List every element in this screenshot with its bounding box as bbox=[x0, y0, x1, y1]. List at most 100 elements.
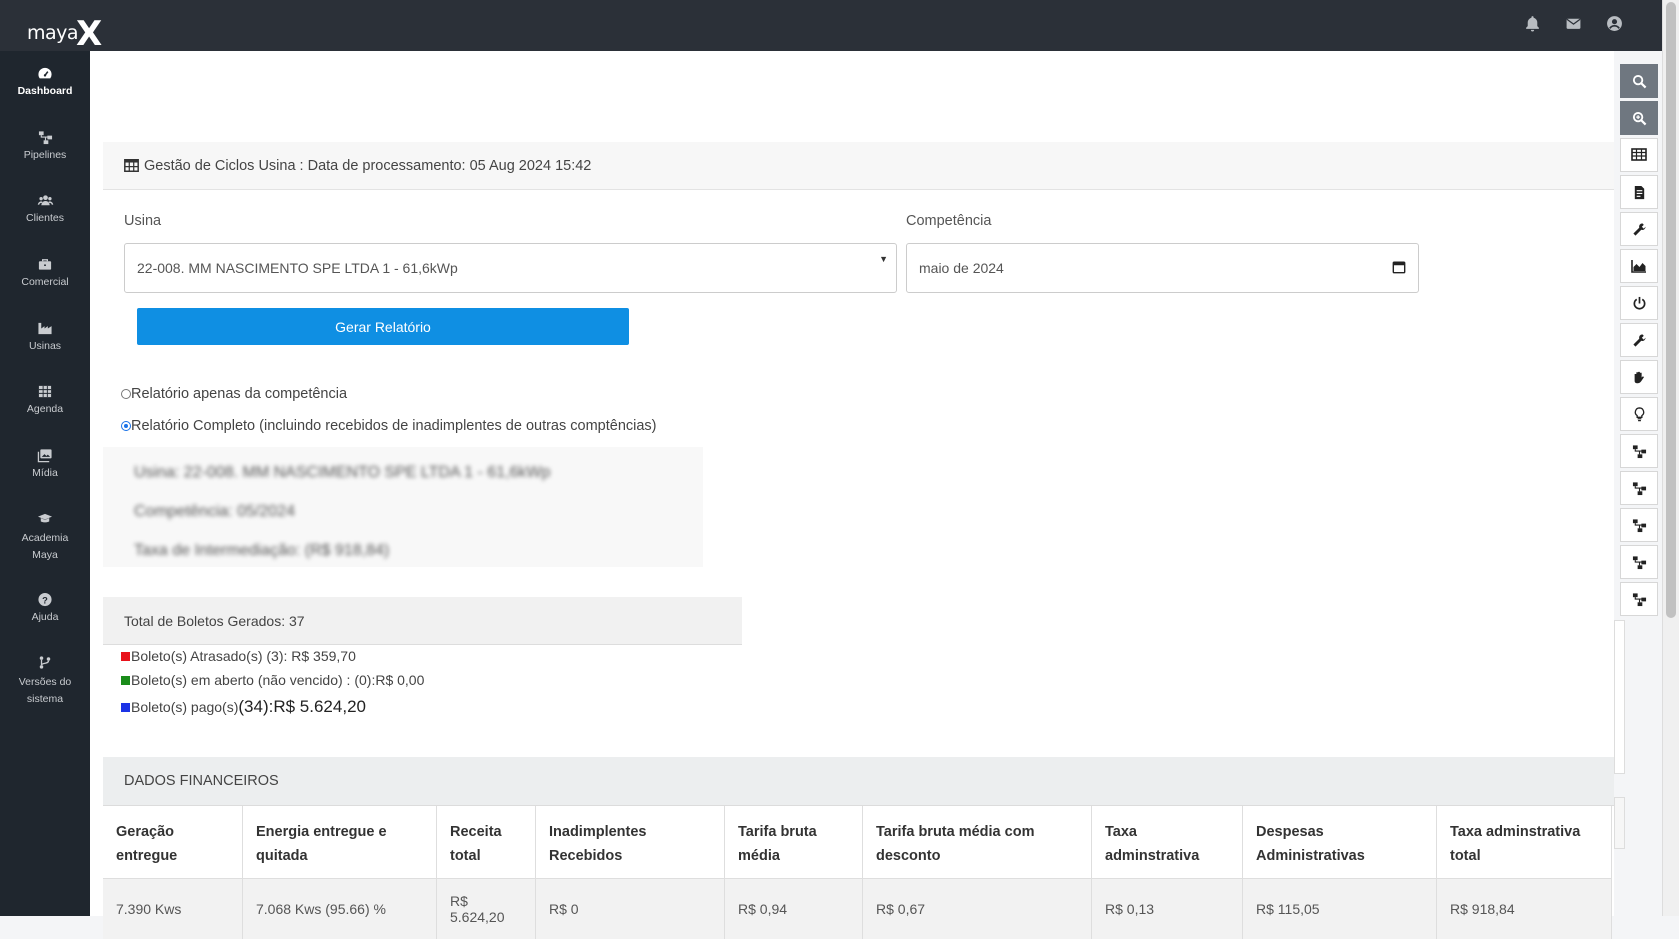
radio-competencia-label: Relatório apenas da competência bbox=[131, 386, 347, 402]
page-scrollbar[interactable] bbox=[1662, 0, 1679, 916]
table-cell: R$ 0 bbox=[536, 879, 725, 939]
panel-title: Gestão de Ciclos Usina : Data de process… bbox=[144, 158, 591, 174]
logo-text: maya bbox=[27, 22, 78, 44]
users-icon bbox=[37, 193, 54, 208]
sitemap-tool-button-4[interactable] bbox=[1620, 545, 1658, 579]
wrench-icon bbox=[1632, 333, 1647, 348]
boletos-pagos-line: Boleto(s) pago(s) (34):R$ 5.624,20 bbox=[121, 697, 366, 717]
invoice-tool-button[interactable] bbox=[1620, 175, 1658, 209]
sidebar: Dashboard Pipelines Clientes Comercial U… bbox=[0, 51, 90, 916]
scrollbar-thumb[interactable] bbox=[1666, 2, 1676, 618]
sidebar-item-versoes[interactable]: Versões do sistema bbox=[0, 655, 90, 708]
col-header: Taxa adminstrativa bbox=[1092, 806, 1243, 879]
user-circle-icon[interactable] bbox=[1606, 15, 1625, 34]
report-usina-text: Usina: 22-008. MM NASCIMENTO SPE LTDA 1 … bbox=[134, 464, 550, 482]
zoom-in-tool-button[interactable] bbox=[1620, 101, 1658, 135]
table-cell: R$ 918,84 bbox=[1437, 879, 1612, 939]
sitemap-icon bbox=[37, 130, 54, 145]
search-tool-button[interactable] bbox=[1620, 64, 1658, 98]
radio-option-completo[interactable]: Relatório Completo (incluindo recebidos … bbox=[121, 418, 657, 434]
side-card bbox=[1614, 620, 1625, 774]
power-tool-button[interactable] bbox=[1620, 286, 1658, 320]
wrench-tool-button[interactable] bbox=[1620, 212, 1658, 246]
financial-table: Geração entregue Energia entregue e quit… bbox=[103, 806, 1612, 939]
sitemap-tool-button-2[interactable] bbox=[1620, 471, 1658, 505]
sidebar-item-clientes[interactable]: Clientes bbox=[0, 193, 90, 224]
sidebar-item-ajuda[interactable]: ? Ajuda bbox=[0, 592, 90, 623]
sitemap-icon bbox=[1631, 444, 1648, 459]
radio-competencia[interactable] bbox=[121, 389, 131, 399]
usina-select-value: 22-008. MM NASCIMENTO SPE LTDA 1 - 61,6k… bbox=[137, 260, 458, 276]
legend-green-square bbox=[121, 676, 130, 685]
report-competencia-text: Competência: 05/2024 bbox=[134, 503, 295, 521]
sidebar-item-label: Pipelines bbox=[24, 149, 67, 161]
radio-completo[interactable] bbox=[121, 421, 131, 431]
table-cell: R$ 115,05 bbox=[1243, 879, 1437, 939]
report-taxa-text: Taxa de Intermediação: (R$ 918,84) bbox=[134, 542, 389, 560]
industry-icon bbox=[37, 321, 53, 336]
sidebar-item-academia-maya[interactable]: Academia Maya bbox=[0, 511, 90, 564]
chart-tool-button[interactable] bbox=[1620, 249, 1658, 283]
boletos-aberto-text: Boleto(s) em aberto (não vencido) : (0):… bbox=[131, 672, 424, 688]
sitemap-icon bbox=[1631, 592, 1648, 607]
table-cell: 7.068 Kws (95.66) % bbox=[243, 879, 437, 939]
wrench-tool-button-2[interactable] bbox=[1620, 323, 1658, 357]
boletos-pagos-text: Boleto(s) pago(s) bbox=[131, 699, 238, 715]
col-header: Energia entregue e quitada bbox=[243, 806, 437, 879]
generate-report-button[interactable]: Gerar Relatório bbox=[137, 308, 629, 345]
hand-tool-button[interactable] bbox=[1620, 360, 1658, 394]
sidebar-item-agenda[interactable]: Agenda bbox=[0, 384, 90, 415]
competencia-date-value: maio de 2024 bbox=[919, 260, 1004, 276]
usina-select[interactable]: 22-008. MM NASCIMENTO SPE LTDA 1 - 61,6k… bbox=[124, 243, 897, 293]
table-row: 7.390 Kws 7.068 Kws (95.66) % R$ 5.624,2… bbox=[103, 879, 1612, 939]
boletos-atrasados-text: Boleto(s) Atrasado(s) (3): R$ 359,70 bbox=[131, 648, 356, 664]
radio-option-competencia[interactable]: Relatório apenas da competência bbox=[121, 386, 347, 402]
col-header: Inadimplentes Recebidos bbox=[536, 806, 725, 879]
panel-header: Gestão de Ciclos Usina : Data de process… bbox=[103, 142, 1614, 190]
lightbulb-icon bbox=[1633, 407, 1646, 422]
boletos-summary-header: Total de Boletos Gerados: 37 bbox=[103, 597, 742, 645]
power-icon bbox=[1632, 296, 1647, 311]
sidebar-item-usinas[interactable]: Usinas bbox=[0, 321, 90, 352]
calendar-icon[interactable] bbox=[1392, 260, 1406, 274]
col-header: Geração entregue bbox=[103, 806, 243, 879]
sitemap-tool-button-5[interactable] bbox=[1620, 582, 1658, 616]
sidebar-item-pipelines[interactable]: Pipelines bbox=[0, 130, 90, 161]
sidebar-item-midia[interactable]: Mídia bbox=[0, 448, 90, 479]
maya-logo[interactable]: mayaX bbox=[27, 8, 99, 48]
sidebar-item-comercial[interactable]: Comercial bbox=[0, 257, 90, 288]
images-icon bbox=[37, 448, 53, 463]
sitemap-icon bbox=[1631, 518, 1648, 533]
sidebar-item-label: Versões do sistema bbox=[15, 674, 75, 708]
table-cell: R$ 5.624,20 bbox=[437, 879, 536, 939]
sidebar-item-dashboard[interactable]: Dashboard bbox=[0, 66, 90, 97]
boletos-aberto-line: Boleto(s) em aberto (não vencido) : (0):… bbox=[121, 672, 424, 688]
bell-icon[interactable] bbox=[1524, 15, 1543, 34]
floating-toolbar bbox=[1620, 64, 1660, 619]
sidebar-item-label: Clientes bbox=[26, 212, 64, 224]
envelope-icon[interactable] bbox=[1565, 15, 1584, 34]
financial-data-header: DADOS FINANCEIROS bbox=[103, 757, 1614, 806]
table-tool-button[interactable] bbox=[1620, 138, 1658, 172]
sidebar-item-label: Usinas bbox=[29, 340, 61, 352]
sitemap-icon bbox=[1631, 481, 1648, 496]
competencia-date-input[interactable]: maio de 2024 bbox=[906, 243, 1419, 293]
financial-data-title: DADOS FINANCEIROS bbox=[124, 773, 279, 789]
usina-label: Usina bbox=[124, 213, 161, 229]
chart-area-icon bbox=[1631, 259, 1647, 273]
graduation-cap-icon bbox=[36, 511, 54, 526]
sitemap-tool-button-3[interactable] bbox=[1620, 508, 1658, 542]
competencia-label: Competência bbox=[906, 213, 991, 229]
code-branch-icon bbox=[38, 655, 52, 670]
sidebar-item-label: Mídia bbox=[32, 467, 58, 479]
hand-icon bbox=[1632, 370, 1646, 385]
table-icon bbox=[1631, 148, 1647, 162]
side-card bbox=[1614, 797, 1625, 849]
table-cell: R$ 0,13 bbox=[1092, 879, 1243, 939]
lightbulb-tool-button[interactable] bbox=[1620, 397, 1658, 431]
boletos-atrasados-line: Boleto(s) Atrasado(s) (3): R$ 359,70 bbox=[121, 648, 356, 664]
sidebar-item-label: Comercial bbox=[21, 276, 68, 288]
caret-down-icon: ▼ bbox=[879, 254, 888, 264]
sitemap-tool-button-1[interactable] bbox=[1620, 434, 1658, 468]
calendar-grid-icon bbox=[37, 384, 53, 399]
